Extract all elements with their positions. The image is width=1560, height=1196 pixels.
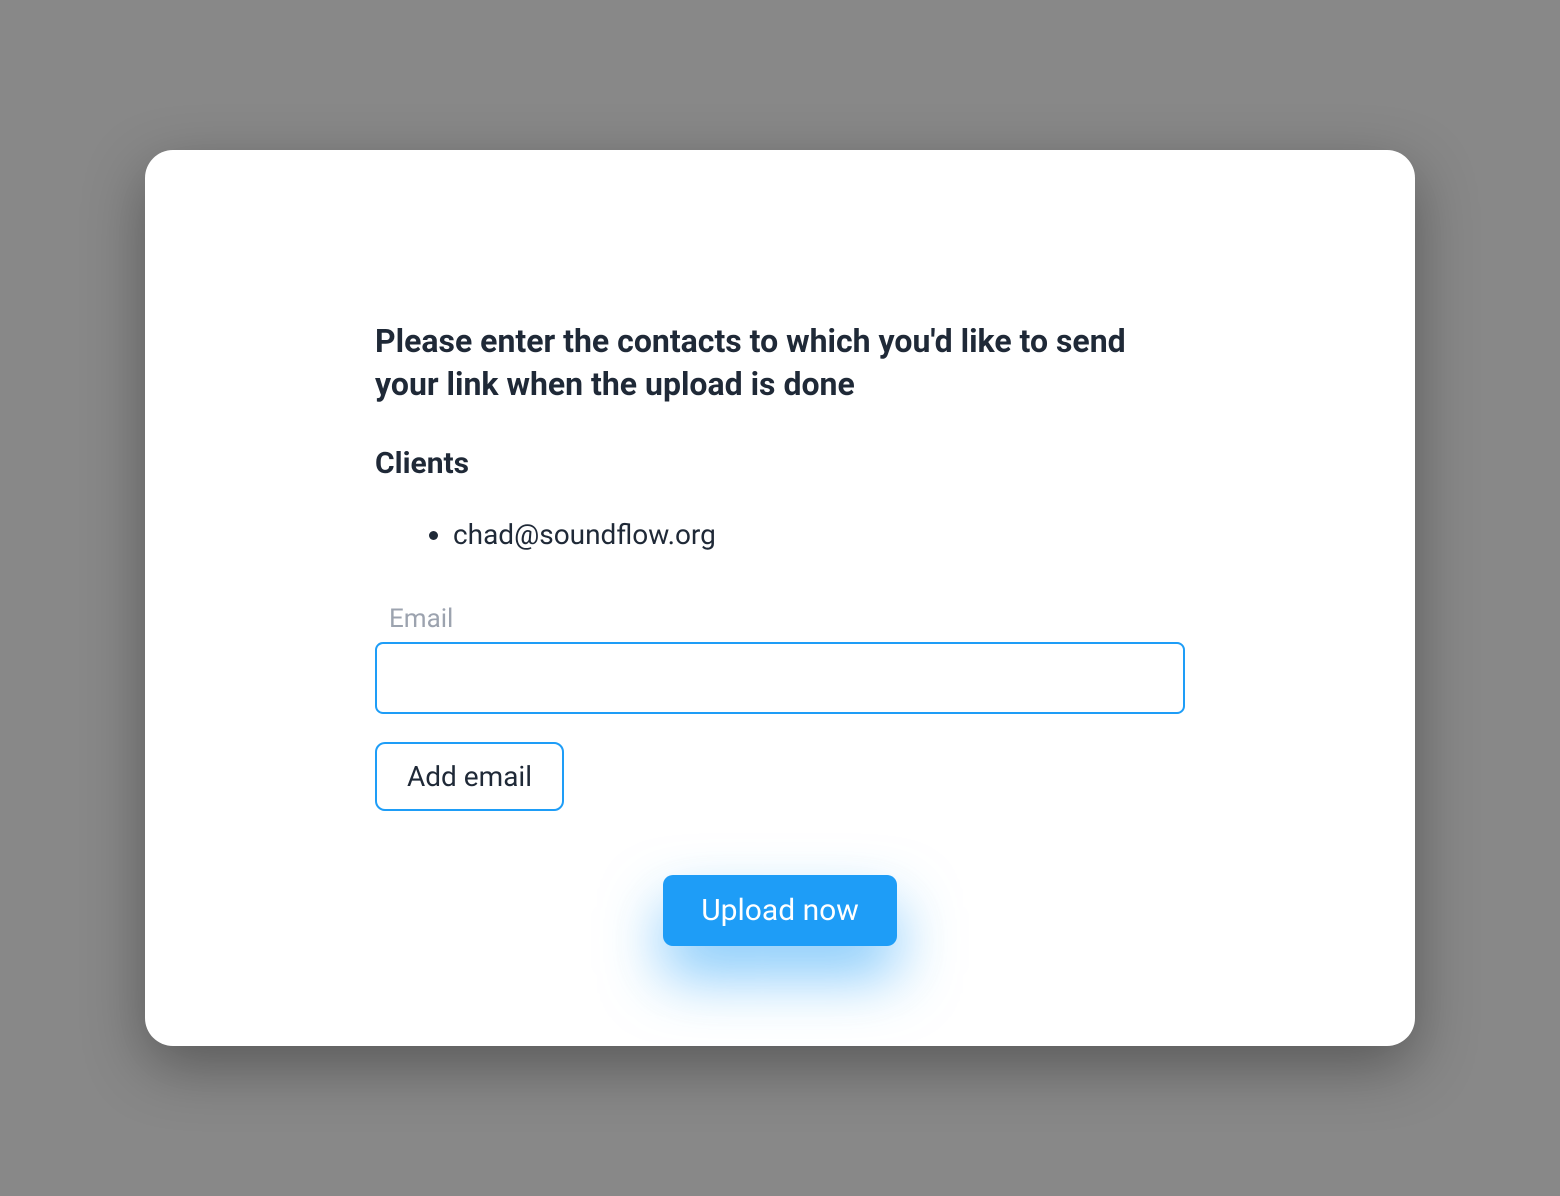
upload-row: Upload now xyxy=(375,875,1185,946)
add-email-button[interactable]: Add email xyxy=(375,742,564,811)
clients-email-list: chad@soundflow.org xyxy=(375,515,1185,554)
contacts-modal: Please enter the contacts to which you'd… xyxy=(145,150,1415,1047)
email-field[interactable] xyxy=(375,642,1185,714)
email-field-label: Email xyxy=(375,604,1185,634)
list-item: chad@soundflow.org xyxy=(453,515,1185,554)
upload-now-button[interactable]: Upload now xyxy=(663,875,897,946)
modal-title: Please enter the contacts to which you'd… xyxy=(375,320,1185,406)
clients-heading: Clients xyxy=(375,446,1185,481)
